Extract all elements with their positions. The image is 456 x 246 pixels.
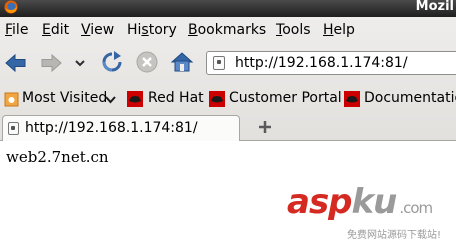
- menu-tools[interactable]: Tools: [276, 22, 311, 38]
- watermark-logo: aspku .com 免费网站源码下载站!: [287, 182, 456, 246]
- menu-edit[interactable]: Edit: [42, 22, 69, 38]
- menu-help[interactable]: Help: [323, 22, 355, 38]
- most-visited-folder-icon: [4, 92, 19, 107]
- bookmark-most-visited[interactable]: Most Visited: [22, 90, 107, 106]
- bookmarks-toolbar: Most Visited Red Hat Customer Portal Doc…: [0, 85, 456, 113]
- menu-file-rest: ile: [12, 22, 29, 38]
- menu-file[interactable]: File: [5, 22, 28, 38]
- new-tab-plus-icon[interactable]: [258, 120, 272, 134]
- page-body-text: web2.7net.cn: [6, 148, 109, 166]
- menu-file-key: F: [5, 22, 13, 38]
- menu-help-key: H: [323, 22, 334, 38]
- history-dropdown-chevron-icon[interactable]: [74, 59, 86, 67]
- menu-tools-rest: ools: [282, 22, 311, 38]
- watermark-subtitle: 免费网站源码下载站!: [347, 230, 442, 241]
- bookmark-documentation[interactable]: Documentation: [364, 90, 456, 106]
- window-title: Mozil: [415, 0, 454, 14]
- menu-help-rest: elp: [333, 22, 355, 38]
- reload-icon[interactable]: [101, 51, 123, 73]
- stop-icon[interactable]: [136, 51, 158, 73]
- menu-edit-rest: dit: [50, 22, 70, 38]
- menu-edit-key: E: [42, 22, 51, 38]
- tab-active[interactable]: http://192.168.1.174:81/: [2, 115, 240, 143]
- redhat-icon: [209, 91, 225, 107]
- tab-page-icon: [8, 122, 19, 135]
- url-bar[interactable]: http://192.168.1.174:81/: [206, 51, 456, 75]
- menu-view-key: V: [81, 22, 91, 38]
- firefox-icon[interactable]: [4, 0, 18, 14]
- bookmark-red-hat[interactable]: Red Hat: [148, 90, 204, 106]
- watermark-brand-c: .com: [399, 199, 433, 217]
- watermark-brand-a: asp: [287, 182, 353, 222]
- redhat-icon: [127, 91, 143, 107]
- menu-history-pre: Hi: [127, 22, 142, 38]
- window-titlebar: Mozil: [0, 0, 456, 17]
- menu-view[interactable]: View: [81, 22, 114, 38]
- forward-arrow-icon[interactable]: [40, 53, 62, 73]
- bookmark-customer-portal[interactable]: Customer Portal: [229, 90, 342, 106]
- back-arrow-icon[interactable]: [5, 53, 27, 73]
- tab-label: http://192.168.1.174:81/: [25, 120, 198, 136]
- watermark-brand-b: ku: [351, 182, 398, 222]
- home-icon[interactable]: [170, 51, 194, 73]
- page-identity-icon[interactable]: [213, 56, 225, 70]
- menu-history[interactable]: History: [127, 22, 177, 38]
- menu-bookmarks[interactable]: Bookmarks: [188, 22, 266, 38]
- most-visited-chevron-icon[interactable]: [105, 96, 116, 104]
- menubar: File Edit View History Bookmarks Tools H…: [0, 17, 456, 43]
- watermark-brand: aspku .com: [287, 182, 433, 222]
- menu-history-rest: tory: [148, 22, 177, 38]
- redhat-icon: [344, 91, 360, 107]
- menu-history-key: s: [141, 22, 149, 38]
- menu-bookmarks-rest: ookmarks: [197, 22, 267, 38]
- menu-view-rest: iew: [90, 22, 115, 38]
- menu-bookmarks-key: B: [188, 22, 198, 38]
- most-visited-label: Most Visited: [22, 90, 108, 106]
- url-text[interactable]: http://192.168.1.174:81/: [235, 55, 408, 71]
